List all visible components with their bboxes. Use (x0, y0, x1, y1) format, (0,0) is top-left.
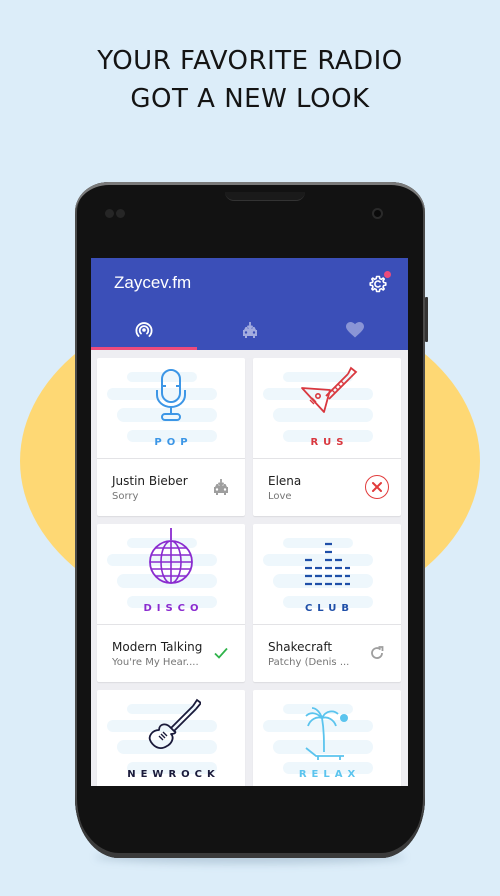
station-card-disco[interactable]: DISCO Modern Talking You're My Hear.... (97, 524, 245, 682)
car-download-icon (242, 322, 257, 338)
heart-icon (346, 322, 365, 338)
station-artwork: POP (97, 358, 245, 459)
genre-label: POP (154, 437, 193, 448)
station-card-club[interactable]: CLUB Shakecraft Patchy (Denis ... (253, 524, 401, 682)
electric-guitar-icon (148, 698, 201, 749)
check-icon (214, 647, 228, 659)
disco-ball-icon (149, 528, 193, 584)
retry-button[interactable] (365, 641, 389, 665)
now-playing: Justin Bieber Sorry (97, 459, 245, 516)
cancel-icon (372, 482, 382, 492)
now-playing: Elena Love (253, 459, 401, 516)
station-card-newrock[interactable]: NEWROCK (97, 690, 245, 786)
station-artwork: RUS (253, 358, 401, 459)
phone-speaker (225, 192, 305, 201)
settings-button[interactable] (366, 271, 391, 296)
download-button[interactable] (209, 475, 233, 499)
genre-label: CLUB (304, 603, 355, 614)
cancel-download-button[interactable] (365, 475, 389, 499)
now-playing: Shakecraft Patchy (Denis ... (253, 625, 401, 682)
tab-favorites[interactable] (302, 310, 408, 350)
microphone-icon (156, 369, 186, 421)
promo-headline: YOUR FAVORITE RADIO GOT A NEW LOOK (0, 42, 500, 118)
genre-label: NEWROCK (127, 769, 220, 780)
equalizer-icon (305, 542, 350, 586)
car-download-icon (214, 479, 228, 495)
app-title: Zaycev.fm (114, 273, 192, 292)
genre-label: RELAX (298, 769, 361, 780)
genre-label: DISCO (143, 603, 204, 614)
station-grid: POP Justin Bieber Sorry RUS Elena Love D… (91, 350, 408, 786)
now-playing: Modern Talking You're My Hear.... (97, 625, 245, 682)
notification-dot (384, 271, 391, 278)
station-artwork: DISCO (97, 524, 245, 625)
station-artwork: RELAX (253, 690, 401, 786)
station-artwork: NEWROCK (97, 690, 245, 786)
radio-broadcast-icon (135, 322, 153, 337)
palm-tree-icon (305, 707, 348, 760)
downloaded-indicator[interactable] (209, 641, 233, 665)
station-card-rus[interactable]: RUS Elena Love (253, 358, 401, 516)
headline-line-1: YOUR FAVORITE RADIO (97, 46, 403, 76)
app-screen: Zaycev.fm POP Justin Bieber Sorry RUS El… (91, 258, 408, 786)
tab-radio[interactable] (91, 310, 197, 350)
phone-power-button (425, 297, 428, 342)
station-card-pop[interactable]: POP Justin Bieber Sorry (97, 358, 245, 516)
tab-downloads[interactable] (197, 310, 303, 350)
phone-frame: Zaycev.fm POP Justin Bieber Sorry RUS El… (75, 182, 428, 858)
balalaika-icon (301, 366, 358, 413)
station-artwork: CLUB (253, 524, 401, 625)
phone-sensors (105, 209, 125, 218)
refresh-icon (371, 646, 384, 659)
phone-camera (372, 208, 383, 219)
app-bar: Zaycev.fm (91, 258, 408, 350)
genre-label: RUS (310, 437, 349, 448)
headline-line-2: GOT A NEW LOOK (130, 84, 370, 114)
station-card-relax[interactable]: RELAX (253, 690, 401, 786)
tab-bar (91, 310, 408, 350)
